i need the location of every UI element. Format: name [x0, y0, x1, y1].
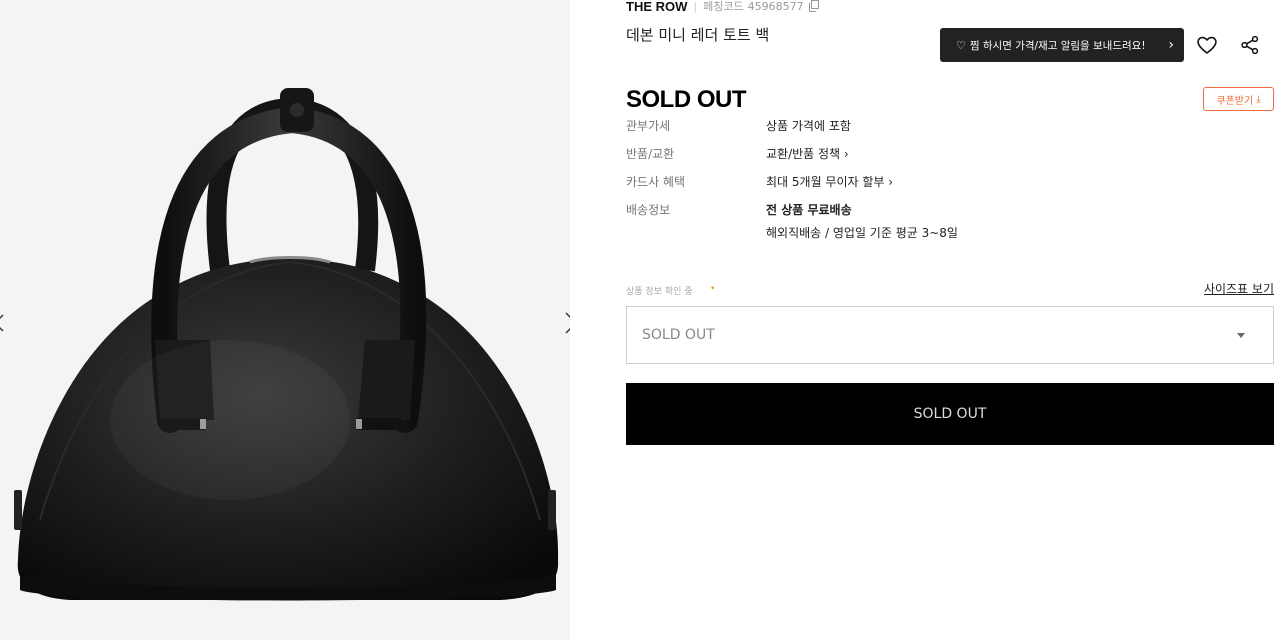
product-image	[14, 88, 559, 601]
brand-row: THE ROW | 페칭코드 45968577	[626, 0, 820, 14]
brand-link[interactable]: THE ROW	[626, 0, 687, 14]
detail-label: 반품/교환	[626, 147, 675, 161]
detail-label: 카드사 혜택	[626, 175, 686, 189]
caret-down-icon	[1237, 333, 1245, 338]
copy-icon[interactable]	[808, 0, 820, 12]
product-code-label: 페칭코드	[703, 0, 744, 13]
option-select[interactable]: SOLD OUT	[626, 306, 1274, 364]
heart-small-icon: ♡	[956, 38, 966, 52]
return-policy-link[interactable]: 교환/반품 정책 ›	[766, 145, 849, 162]
share-icon[interactable]	[1240, 35, 1260, 55]
heart-outline-icon[interactable]	[1196, 34, 1218, 56]
option-status-text: 상품 정보 확인 중	[626, 287, 693, 297]
wish-alert-text: 찜 하시면 가격/재고 알림을 보내드려요!	[969, 39, 1146, 52]
card-benefit-link[interactable]: 최대 5개월 무이자 할부 ›	[766, 173, 893, 190]
size-chart-link[interactable]: 사이즈표 보기	[1204, 280, 1274, 297]
detail-value: 상품 가격에 포함	[766, 119, 851, 133]
divider: |	[693, 0, 698, 13]
sold-out-button[interactable]: SOLD OUT	[626, 383, 1274, 445]
product-info-panel: THE ROW | 페칭코드 45968577 데본 미니 레더 토트 백 ♡ …	[626, 0, 1274, 640]
product-name: 데본 미니 레더 토트 백	[626, 26, 770, 44]
chevron-right-icon[interactable]	[562, 308, 570, 338]
product-code: 45968577	[747, 0, 804, 13]
detail-label: 관부가세	[626, 119, 671, 133]
chevron-left-icon[interactable]	[0, 308, 6, 338]
option-select-value: SOLD OUT	[642, 327, 715, 343]
download-icon: ⤓	[1256, 93, 1261, 105]
loading-dot-icon: •	[710, 284, 716, 294]
wish-alert-tooltip[interactable]: ♡ 찜 하시면 가격/재고 알림을 보내드려요! ›	[940, 28, 1184, 62]
coupon-label: 쿠폰받기	[1216, 95, 1254, 107]
detail-label: 배송정보	[626, 203, 671, 217]
detail-value: 전 상품 무료배송	[766, 203, 852, 217]
chevron-right-icon: ›	[1168, 37, 1174, 53]
product-image-gallery	[0, 0, 570, 640]
price-status: SOLD OUT	[626, 86, 747, 113]
shipping-subtext: 해외직배송 / 영업일 기준 평균 3~8일	[766, 226, 958, 240]
coupon-button[interactable]: 쿠폰받기 ⤓	[1203, 87, 1274, 111]
